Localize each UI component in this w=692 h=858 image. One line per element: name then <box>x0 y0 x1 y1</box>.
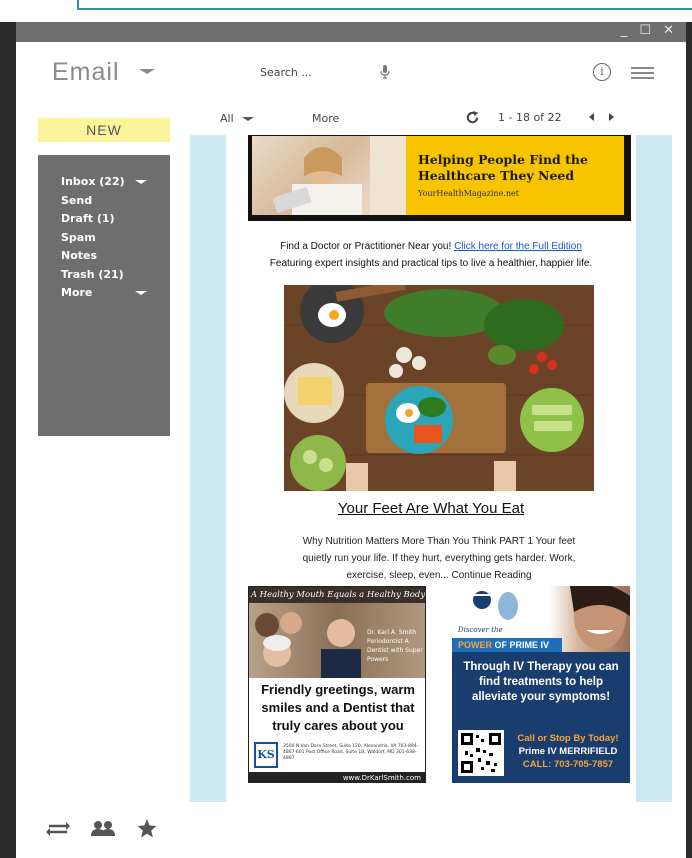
folder-spam[interactable]: Spam <box>38 229 170 248</box>
full-edition-link[interactable]: Click here for the Full Edition <box>454 241 582 252</box>
ad-brand-line: Discover the <box>458 626 503 634</box>
folder-label: Inbox (22) <box>61 175 125 188</box>
folder-trash[interactable]: Trash (21) <box>38 266 170 285</box>
intro-line: Find a Doctor or Practitioner Near you! … <box>226 241 636 252</box>
ks-logo: KS <box>254 742 278 768</box>
swap-arrows-icon[interactable] <box>46 822 70 836</box>
chevron-down-icon[interactable] <box>242 117 254 121</box>
chevron-down-icon[interactable] <box>135 291 147 295</box>
folder-send[interactable]: Send <box>38 192 170 211</box>
ad-header: A Healthy Mouth Equals a Healthy Body <box>249 587 425 603</box>
page-count: 1 - 18 of 22 <box>498 111 562 124</box>
cta-line-3: CALL: 703-705-7857 <box>522 759 614 770</box>
search-input[interactable]: Search ... <box>260 66 312 79</box>
email-body: Helping People Find the Healthcare They … <box>226 135 636 802</box>
ad-body: Friendly greetings, warm smiles and a De… <box>261 682 415 733</box>
folder-notes[interactable]: Notes <box>38 247 170 266</box>
intro-text: Find a Doctor or Practitioner Near you! <box>280 241 455 252</box>
ad-address: 3500 N Van Dorn Street, Suite 120, Alexa… <box>283 744 419 761</box>
ad-band: POWER OF PRIME IV <box>452 638 562 652</box>
microphone-icon[interactable] <box>378 64 392 80</box>
qr-code <box>458 730 504 776</box>
ad-caption: Dr. Karl A. Smith Periodontist A Dentist… <box>367 629 423 663</box>
ad-footer: KS 3500 N Van Dorn Street, Suite 120, Al… <box>249 738 425 782</box>
hamburger-menu-icon[interactable] <box>631 67 654 79</box>
folder-label: Draft (1) <box>61 212 115 225</box>
bottom-toolbar <box>16 802 686 858</box>
window-controls[interactable]: _ ☐ ✕ <box>621 23 678 38</box>
folder-label: More <box>61 286 93 299</box>
banner-photo <box>252 136 406 215</box>
folder-label: Notes <box>61 249 98 262</box>
ad-photo: Dr. Karl A. Smith Periodontist A Dentist… <box>249 603 425 678</box>
cta-line-1: Call or Stop By Today! <box>517 733 619 744</box>
title-bar: _ ☐ ✕ <box>16 22 686 42</box>
email-window: _ ☐ ✕ Email Search ... i NEW Inbox (22) … <box>16 22 686 858</box>
ad-cta: Call or Stop By Today! Prime IV MERRIFIE… <box>508 732 628 771</box>
chevron-down-icon[interactable] <box>135 180 147 184</box>
band-suffix: OF PRIME IV <box>492 640 550 650</box>
app-title: Email <box>52 58 120 86</box>
folder-list: Inbox (22) Send Draft (1) Spam Notes Tra… <box>38 155 170 436</box>
folder-more[interactable]: More <box>38 284 170 303</box>
top-strip <box>0 0 692 22</box>
banner-site: YourHealthMagazine.net <box>418 189 519 198</box>
message-viewer[interactable]: Helping People Find the Healthcare They … <box>190 135 672 802</box>
cta-line-2: Prime IV MERRIFIELD <box>518 746 618 757</box>
newsletter-banner[interactable]: Helping People Find the Healthcare They … <box>248 135 631 221</box>
dentist-ad[interactable]: A Healthy Mouth Equals a Healthy Body Dr… <box>248 586 426 783</box>
prev-page-icon[interactable] <box>589 113 594 121</box>
refresh-icon[interactable] <box>465 110 480 125</box>
ad-url: www.DrKarlSmith.com <box>249 772 425 782</box>
new-button[interactable]: NEW <box>38 118 170 142</box>
article-title-link[interactable]: Your Feet Are What You Eat <box>226 500 636 517</box>
folder-draft[interactable]: Draft (1) <box>38 210 170 229</box>
next-page-icon[interactable] <box>609 113 614 121</box>
band-prefix: POWER <box>458 640 493 650</box>
tagline: Featuring expert insights and practical … <box>269 258 593 269</box>
folder-label: Send <box>61 193 93 207</box>
toolbar-more-button[interactable]: More <box>312 112 339 125</box>
banner-text-panel: Helping People Find the Healthcare They … <box>406 136 624 215</box>
star-icon[interactable] <box>137 819 157 838</box>
accent-line-horizontal <box>77 8 692 10</box>
info-icon[interactable]: i <box>593 63 611 81</box>
banner-title: Helping People Find the Healthcare They … <box>418 152 588 183</box>
food-photo[interactable] <box>284 285 594 491</box>
chevron-down-icon[interactable] <box>139 69 155 74</box>
article-excerpt[interactable]: Why Nutrition Matters More Than You Thin… <box>288 533 590 584</box>
ad-body: Through IV Therapy you can find treatmen… <box>463 661 619 703</box>
filter-all-dropdown[interactable]: All <box>220 112 234 125</box>
folder-label: Trash (21) <box>61 267 124 281</box>
folder-label: Spam <box>61 230 96 244</box>
contacts-icon[interactable] <box>90 820 116 836</box>
folder-inbox[interactable]: Inbox (22) <box>38 173 170 192</box>
prime-iv-ad[interactable]: Discover the POWER OF PRIME IV Through I… <box>452 586 630 783</box>
